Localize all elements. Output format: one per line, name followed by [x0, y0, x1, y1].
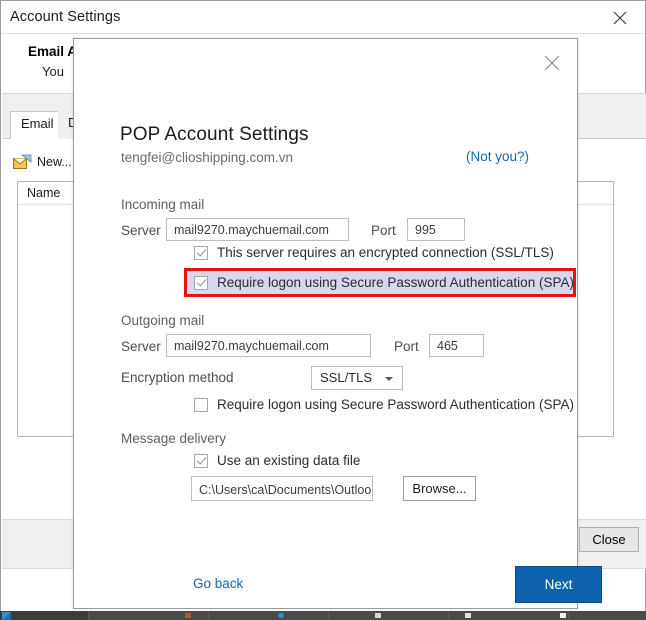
taskbar-item[interactable]: [568, 611, 646, 620]
window-title: Account Settings: [10, 9, 121, 25]
chevron-down-icon: [385, 377, 393, 381]
outgoing-server-input[interactable]: [166, 334, 371, 357]
taskbar-app-icon[interactable]: [560, 613, 566, 618]
dialog-title: POP Account Settings: [120, 124, 309, 145]
next-button[interactable]: Next: [515, 566, 602, 603]
outgoing-spa-checkbox-row[interactable]: Require logon using Secure Password Auth…: [194, 397, 574, 412]
encryption-method-select[interactable]: SSL/TLS: [311, 366, 403, 390]
incoming-mail-section-label: Incoming mail: [121, 197, 205, 212]
column-header-name: Name: [27, 186, 61, 200]
taskbar-app-icon[interactable]: [185, 613, 191, 618]
data-file-path-input[interactable]: [191, 476, 373, 501]
not-you-link[interactable]: (Not you?): [466, 149, 529, 164]
taskbar-app-icon[interactable]: [375, 613, 381, 618]
email-accounts-subheading: You: [42, 64, 64, 79]
use-existing-data-file-checkbox[interactable]: [194, 453, 208, 468]
taskbar-item[interactable]: [208, 611, 330, 620]
encryption-method-label: Encryption method: [121, 370, 234, 385]
message-delivery-section-label: Message delivery: [121, 431, 227, 446]
incoming-port-input[interactable]: [407, 218, 465, 241]
use-existing-data-file-row[interactable]: Use an existing data file: [194, 453, 360, 468]
new-mail-icon: [13, 154, 33, 171]
windows-taskbar: [0, 611, 646, 620]
browse-button[interactable]: Browse...: [403, 476, 476, 501]
outgoing-port-input[interactable]: [429, 334, 484, 357]
close-icon[interactable]: [535, 47, 569, 75]
close-button[interactable]: Close: [579, 527, 639, 552]
use-existing-data-file-label: Use an existing data file: [217, 453, 361, 468]
incoming-server-label: Server: [121, 223, 161, 238]
incoming-spa-checkbox[interactable]: [194, 275, 208, 290]
start-button-icon[interactable]: [2, 612, 11, 620]
taskbar-app-icon[interactable]: [465, 613, 471, 618]
new-account-button[interactable]: New...: [13, 151, 72, 173]
incoming-ssl-checkbox-row[interactable]: This server requires an encrypted connec…: [194, 245, 554, 260]
incoming-spa-label: Require logon using Secure Password Auth…: [217, 275, 574, 290]
incoming-server-input[interactable]: [166, 218, 349, 241]
account-email-address: tengfei@clioshipping.com.vn: [121, 150, 294, 165]
encryption-method-value: SSL/TLS: [320, 370, 373, 385]
new-account-label: New...: [37, 155, 72, 169]
incoming-spa-checkbox-row[interactable]: Require logon using Secure Password Auth…: [194, 275, 574, 290]
outgoing-mail-section-label: Outgoing mail: [121, 313, 205, 328]
outgoing-port-label: Port: [394, 339, 419, 354]
go-back-link[interactable]: Go back: [193, 576, 243, 591]
taskbar-item[interactable]: [328, 611, 450, 620]
tab-email[interactable]: Email: [10, 111, 65, 139]
incoming-port-label: Port: [371, 223, 396, 238]
email-accounts-heading: Email A: [28, 44, 78, 59]
pop-account-settings-dialog: POP Account Settings tengfei@clioshippin…: [73, 38, 602, 609]
outgoing-spa-label: Require logon using Secure Password Auth…: [217, 397, 574, 412]
window-titlebar: Account Settings: [1, 1, 645, 34]
incoming-ssl-checkbox[interactable]: [194, 245, 208, 260]
outgoing-server-label: Server: [121, 339, 161, 354]
close-icon[interactable]: [601, 4, 639, 31]
incoming-ssl-label: This server requires an encrypted connec…: [217, 245, 554, 260]
taskbar-item[interactable]: [88, 611, 210, 620]
outgoing-spa-checkbox[interactable]: [194, 397, 208, 412]
taskbar-app-icon[interactable]: [278, 613, 284, 618]
